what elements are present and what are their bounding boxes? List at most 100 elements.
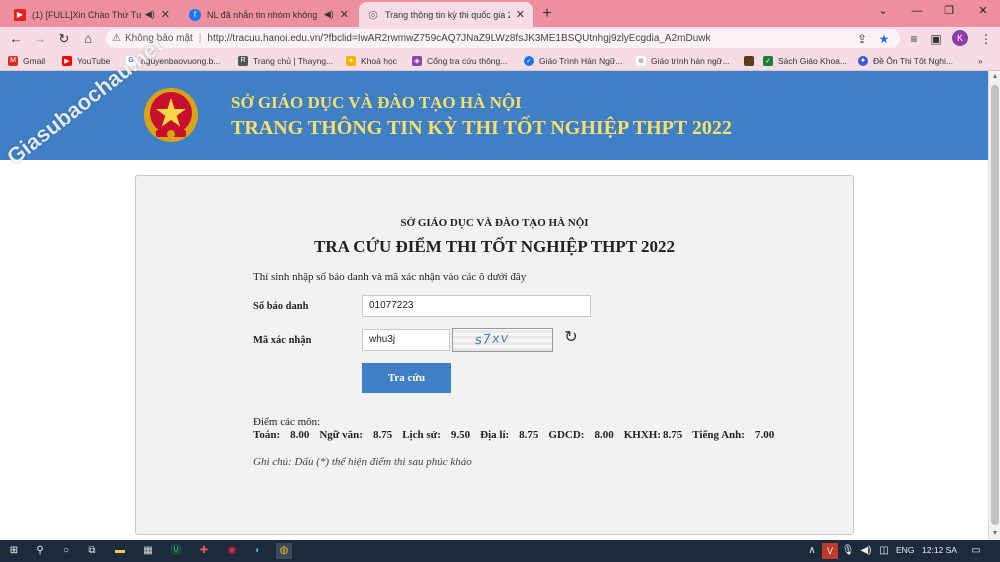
bookmark-item[interactable]: M Gmail	[8, 53, 45, 68]
cortana-icon[interactable]: ○	[58, 543, 74, 559]
volume-icon[interactable]: ◀)	[858, 543, 874, 559]
tab-search-icon[interactable]: ⌄	[866, 0, 900, 24]
bookmark-label: Cổng tra cứu thông...	[427, 55, 508, 66]
app-record-icon[interactable]: ◉	[224, 543, 240, 559]
subject-label: Toán:	[253, 429, 281, 441]
sbd-label: Số báo danh	[253, 301, 309, 312]
bookmark-label: YouTube	[77, 55, 111, 66]
share-icon[interactable]: ⇪	[852, 29, 872, 49]
minimize-icon[interactable]: —	[900, 0, 934, 24]
youtube-icon: ▶	[14, 8, 26, 21]
notifications-icon[interactable]: ▭	[968, 543, 984, 559]
speaker-icon[interactable]: ◀)	[324, 9, 334, 20]
subject-label: Ngữ văn:	[319, 429, 363, 441]
score-item: Lịch sử: 9.50	[402, 429, 470, 441]
home-icon[interactable]: ⌂	[78, 29, 98, 49]
tab-title: Trang thông tin kỳ thi quốc gia 2	[385, 9, 510, 20]
bookmark-label: Sách Giáo Khoa...	[778, 55, 847, 66]
new-tab-button[interactable]: +	[537, 4, 557, 24]
subject-label: Địa lí:	[480, 429, 510, 441]
tray-app-icon[interactable]: V	[822, 543, 838, 559]
scroll-down-icon[interactable]: ▼	[989, 528, 1000, 540]
network-icon[interactable]: ◫	[876, 543, 892, 559]
header-department: SỞ GIÁO DỤC VÀ ĐÀO TẠO HÀ NỘI	[231, 93, 522, 112]
address-bar[interactable]: ⚠ Không bảo mật | http://tracuu.hanoi.ed…	[106, 29, 900, 48]
close-tab-icon[interactable]: ✕	[516, 8, 525, 21]
captcha-input[interactable]: whu3j	[362, 329, 450, 351]
score-value: 7.00	[754, 429, 775, 441]
bookmark-item[interactable]	[744, 53, 759, 68]
tab-title: (1) [FULL]Xin Chào Thứ Tư	[32, 9, 141, 20]
bookmark-item[interactable]: ⊕ Giáo trình hán ngữ...	[636, 53, 729, 68]
youtube-icon: ▶	[62, 55, 72, 66]
close-window-icon[interactable]: ✕	[966, 0, 1000, 24]
tab-title: NL đã nhắn tin nhóm không	[207, 9, 318, 20]
speaker-icon[interactable]: ◀)	[145, 9, 155, 20]
captcha-image-text: s7xv	[474, 330, 510, 349]
app-icon[interactable]: ✚	[196, 543, 212, 559]
score-item: KHXH: 8.75	[624, 429, 683, 441]
browser-tab[interactable]: ▶ (1) [FULL]Xin Chào Thứ Tư ◀) ✕	[6, 2, 178, 27]
tray-overflow-icon[interactable]: ∧	[804, 543, 820, 559]
course-icon: ✦	[346, 55, 356, 66]
globe-icon: ●	[858, 55, 868, 66]
edge-icon[interactable]: ◐	[250, 543, 266, 559]
restore-icon[interactable]: ❐	[932, 0, 966, 24]
close-tab-icon[interactable]: ✕	[161, 8, 170, 21]
search-submit-button[interactable]: Tra cứu	[362, 363, 451, 393]
score-value: 8.00	[290, 429, 310, 441]
bookmark-label: Đề Ôn Thi Tốt Nghi...	[873, 55, 953, 66]
sidepanel-icon[interactable]: ▣	[926, 29, 946, 49]
gmail-icon: M	[8, 55, 18, 66]
bookmark-star-icon[interactable]: ★	[874, 29, 894, 49]
site-icon: R	[238, 55, 248, 66]
menu-icon[interactable]: ⋮	[976, 29, 996, 49]
back-icon[interactable]: ←	[6, 29, 26, 49]
store-icon[interactable]: ▦	[140, 543, 156, 559]
sbd-input[interactable]: 01077223	[362, 295, 591, 317]
microphone-icon[interactable]: 🎙	[840, 543, 856, 559]
scroll-up-icon[interactable]: ▲	[989, 71, 1000, 83]
score-item: GDCD: 8.00	[548, 429, 613, 441]
profile-avatar[interactable]: K	[952, 30, 968, 46]
scrollbar-thumb[interactable]	[991, 85, 999, 525]
refresh-captcha-icon[interactable]: ↻	[561, 328, 581, 348]
score-value: 8.75	[372, 429, 393, 441]
bookmarks-overflow-icon[interactable]: »	[978, 53, 983, 68]
checkbox-icon: ✓	[763, 55, 773, 66]
footnote: Ghi chú: Dấu (*) thể hiện điểm thi sau p…	[253, 456, 472, 468]
bookmark-item[interactable]: ✓ Sách Giáo Khoa...	[763, 53, 847, 68]
media-control-icon[interactable]: ≡	[904, 29, 924, 49]
page-scrollbar[interactable]: ▲ ▼	[988, 71, 1000, 540]
windows-start-icon[interactable]: ⊞	[6, 543, 22, 559]
clock[interactable]: 12:12 SA	[922, 545, 957, 555]
forward-icon[interactable]: →	[30, 29, 50, 49]
divider: |	[198, 33, 202, 44]
bookmark-item[interactable]: ◈ Cổng tra cứu thông...	[412, 53, 507, 68]
bookmark-item[interactable]: ● Đề Ôn Thi Tốt Nghi...	[858, 53, 953, 68]
chrome-icon[interactable]: ◍	[276, 543, 292, 559]
scores-heading: Điểm các môn:	[253, 416, 321, 428]
bookmark-item[interactable]: ✦ Khoá học	[346, 53, 397, 68]
score-value: 8.00	[594, 429, 614, 441]
globe-icon: ◎	[368, 9, 378, 21]
close-tab-icon[interactable]: ✕	[340, 8, 349, 21]
task-view-icon[interactable]: ⧉	[84, 543, 100, 559]
app-u-icon[interactable]: Ⓤ	[168, 543, 184, 559]
reload-icon[interactable]: ↻	[54, 29, 74, 49]
score-item: Toán: 8.00	[253, 429, 309, 441]
file-explorer-icon[interactable]: ▬	[112, 543, 128, 559]
bookmark-item[interactable]: ✓ Giáo Trình Hán Ngữ...	[524, 53, 623, 68]
captcha-label: Mã xác nhận	[253, 335, 312, 346]
browser-tab[interactable]: f NL đã nhắn tin nhóm không ◀) ✕	[181, 2, 357, 27]
search-icon[interactable]: ⚲	[32, 543, 48, 559]
language-indicator[interactable]: ENG	[896, 545, 914, 555]
bookmark-item[interactable]: R Trang chủ | Thayng...	[238, 53, 333, 68]
url-text[interactable]: http://tracuu.hanoi.edu.vn/?fbclid=IwAR2…	[207, 33, 710, 44]
portal-icon: ◈	[412, 55, 422, 66]
warning-icon[interactable]: ⚠	[112, 33, 121, 44]
facebook-icon: f	[189, 8, 201, 21]
browser-tab-active[interactable]: ◎ Trang thông tin kỳ thi quốc gia 2 ✕	[359, 2, 533, 27]
bookmark-item[interactable]: ▶ YouTube	[62, 53, 110, 68]
book-icon: ⊕	[636, 55, 646, 66]
